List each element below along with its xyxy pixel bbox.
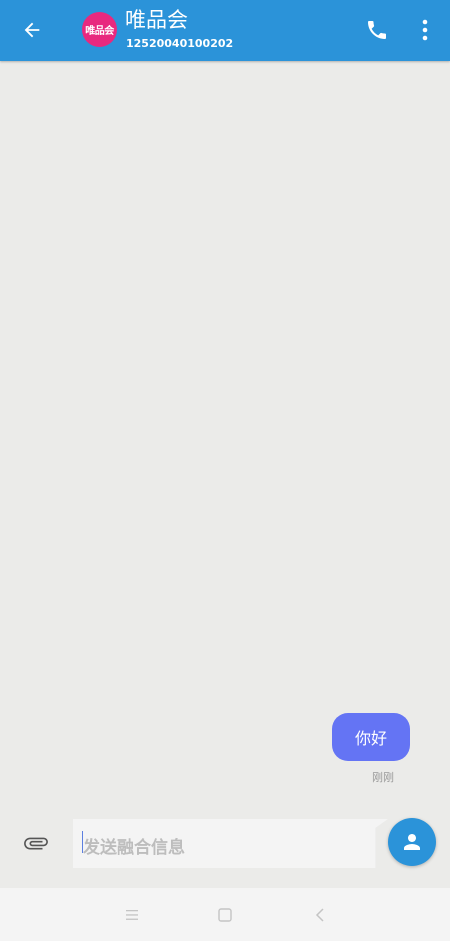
message-input[interactable]: 发送融合信息 — [73, 819, 388, 868]
nav-back-button[interactable] — [310, 905, 330, 925]
contact-number: 12520040100202 — [126, 37, 234, 50]
message-input-placeholder: 发送融合信息 — [83, 838, 185, 858]
paperclip-icon — [24, 837, 48, 850]
message-text: 你好 — [354, 729, 387, 748]
message-timestamp: 刚刚 — [372, 771, 394, 784]
contact-button[interactable] — [388, 818, 436, 866]
arrow-left-icon — [24, 22, 40, 38]
more-vert-icon — [422, 19, 428, 41]
nav-menu-button[interactable] — [122, 905, 142, 925]
nav-home-button[interactable] — [215, 905, 235, 925]
more-options-button[interactable] — [412, 15, 438, 45]
system-nav-bar — [0, 888, 450, 941]
square-icon — [218, 908, 232, 922]
message-bubble-outgoing[interactable]: 你好 — [332, 713, 410, 761]
phone-icon — [368, 21, 386, 39]
chevron-left-icon — [315, 908, 324, 922]
call-button[interactable] — [362, 15, 392, 45]
attach-button[interactable] — [22, 829, 50, 857]
contact-name: 唯品会 — [125, 8, 188, 32]
avatar[interactable]: 唯品会 — [82, 12, 117, 47]
message-list[interactable] — [0, 61, 450, 803]
person-icon — [404, 834, 420, 850]
menu-icon — [126, 910, 138, 920]
back-button[interactable] — [14, 14, 50, 46]
app-bar: 唯品会 唯品会 12520040100202 — [0, 0, 450, 61]
avatar-label: 唯品会 — [85, 26, 114, 37]
